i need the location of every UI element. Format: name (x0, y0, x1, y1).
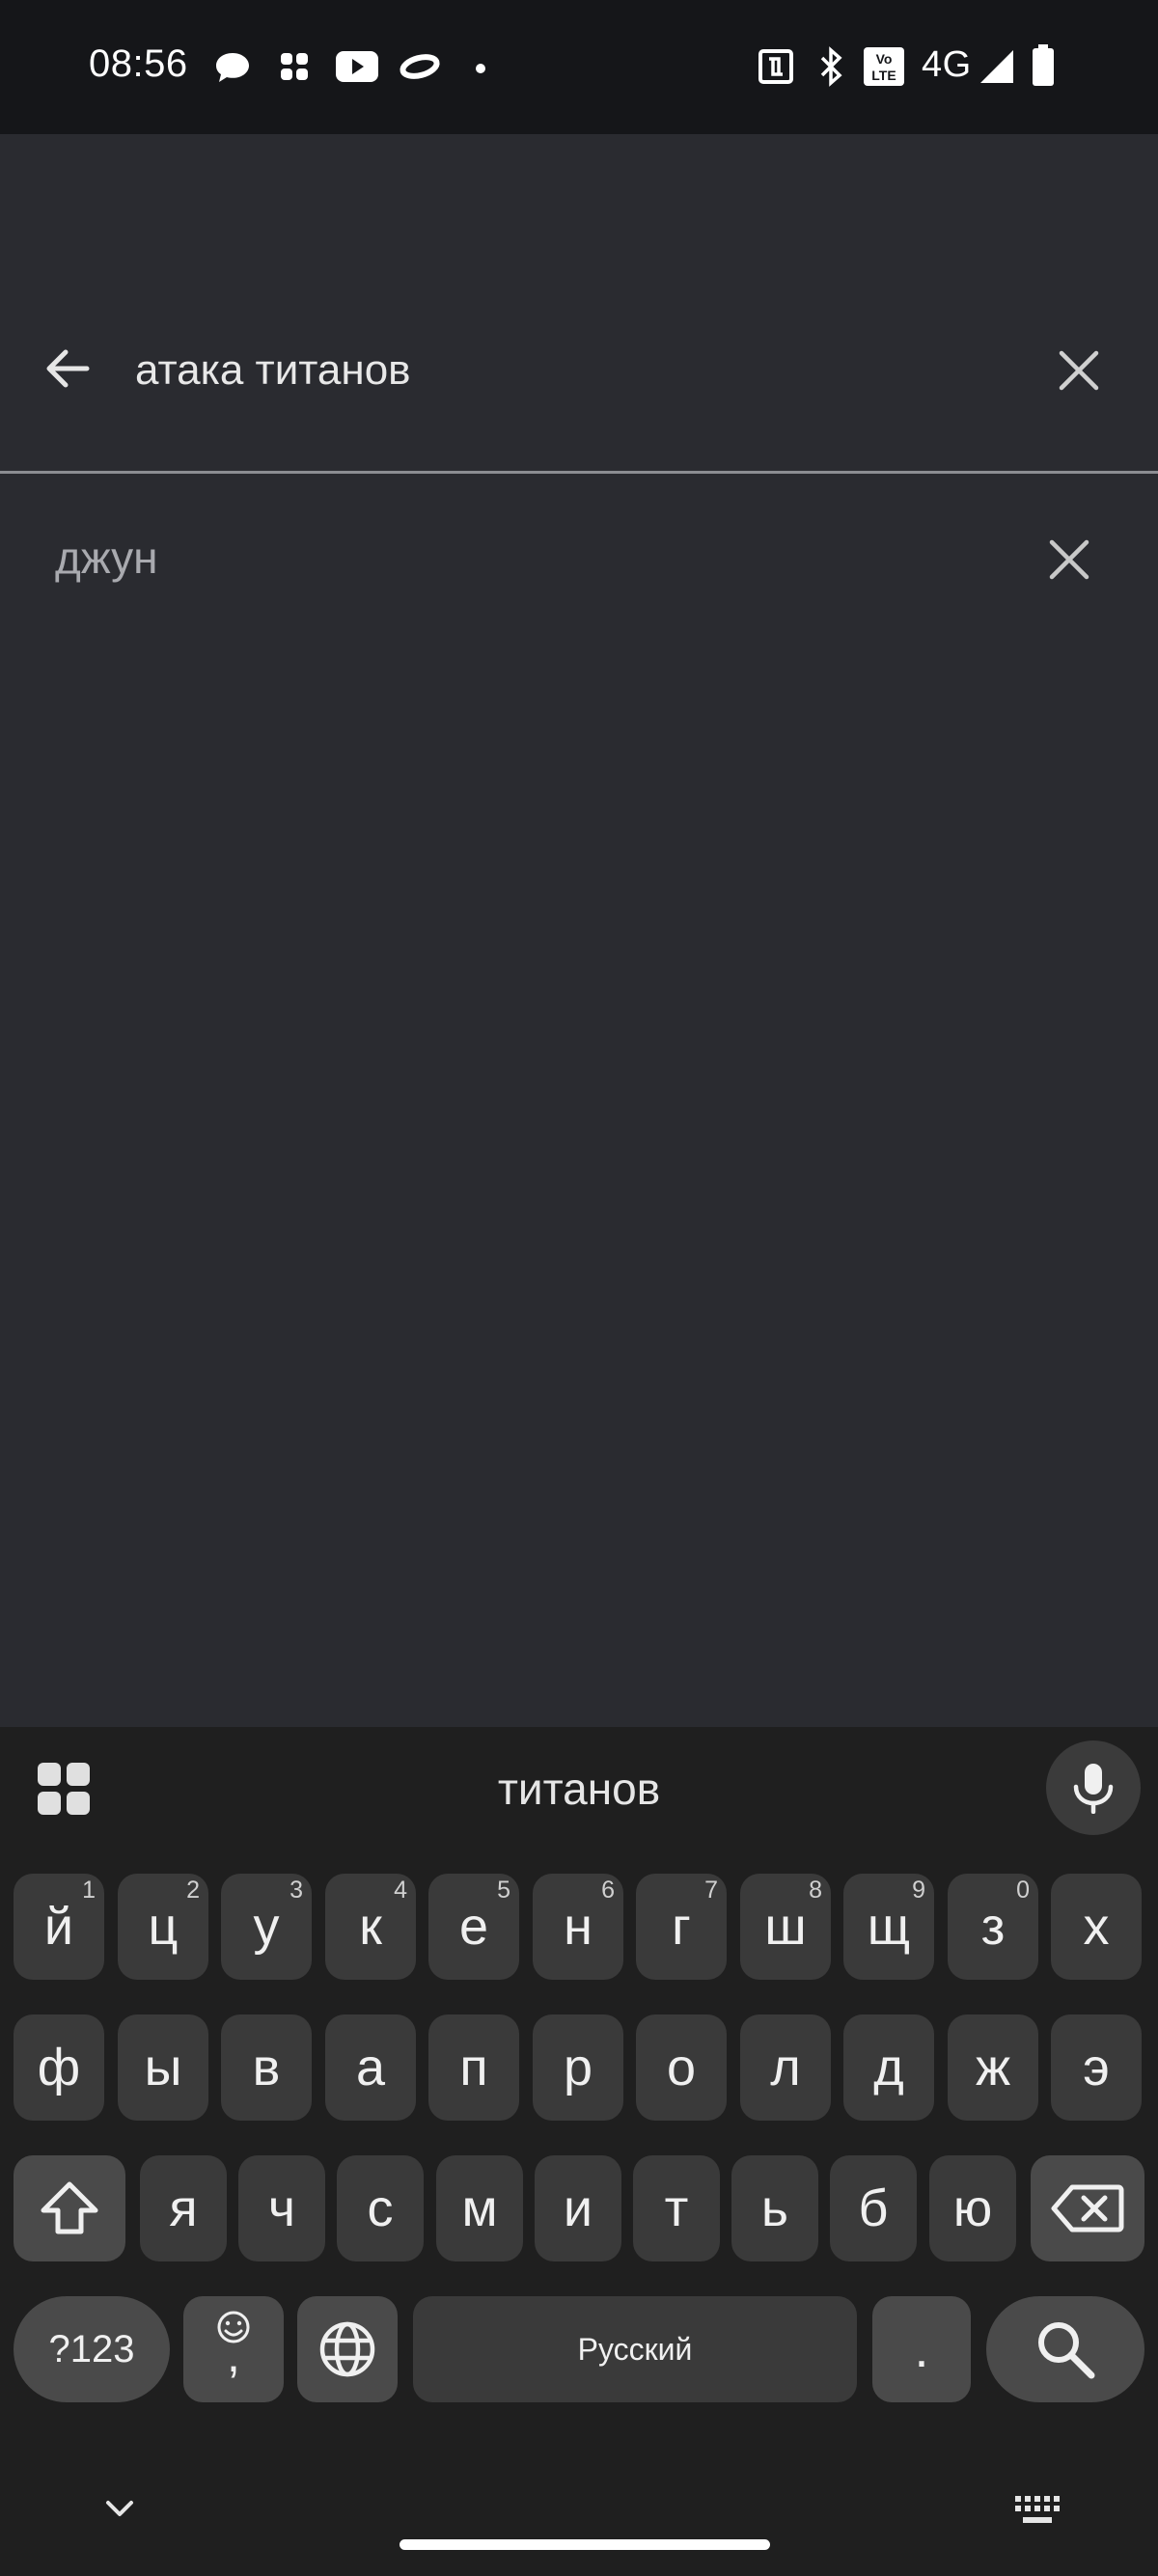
battery-icon (1032, 44, 1055, 92)
key[interactable]: ю (929, 2155, 1016, 2261)
key[interactable]: ц2 (118, 1874, 208, 1980)
key-hint: 2 (186, 1877, 200, 1904)
key[interactable]: е5 (428, 1874, 519, 1980)
key-hint: 1 (82, 1877, 96, 1904)
svg-text:Vo: Vo (876, 51, 893, 67)
key[interactable]: д (843, 2014, 934, 2121)
backspace-icon (1051, 2184, 1124, 2233)
key[interactable]: г7 (636, 1874, 727, 1980)
key[interactable]: т (633, 2155, 720, 2261)
key[interactable]: о (636, 2014, 727, 2121)
key[interactable]: ш8 (740, 1874, 831, 1980)
key[interactable]: й1 (14, 1874, 104, 1980)
dot-icon (475, 62, 486, 79)
hide-keyboard-button[interactable] (100, 2489, 139, 2528)
key[interactable]: щ9 (843, 1874, 934, 1980)
key[interactable]: ч (238, 2155, 325, 2261)
key[interactable]: п (428, 2014, 519, 2121)
switch-keyboard-button[interactable] (1013, 2494, 1062, 2527)
key[interactable]: н6 (533, 1874, 623, 1980)
key[interactable]: э (1051, 2014, 1142, 2121)
key[interactable]: л (740, 2014, 831, 2121)
key[interactable]: б (830, 2155, 917, 2261)
key-label: х (1083, 1898, 1110, 1956)
youtube-icon (335, 50, 379, 88)
key[interactable]: и (535, 2155, 621, 2261)
key[interactable]: я (140, 2155, 227, 2261)
close-icon (1059, 350, 1099, 391)
key[interactable]: в (221, 2014, 312, 2121)
bluetooth-icon (818, 46, 845, 92)
backspace-key[interactable] (1031, 2155, 1144, 2261)
key[interactable]: ы (118, 2014, 208, 2121)
history-item-text: джун (55, 533, 158, 583)
microphone-icon (1073, 1764, 1114, 1814)
key-hint: 7 (704, 1877, 718, 1904)
key[interactable]: с (337, 2155, 424, 2261)
key-hint: 0 (1016, 1877, 1030, 1904)
search-bar (0, 134, 1158, 472)
back-button[interactable] (39, 340, 96, 397)
grid-icon (38, 1763, 90, 1815)
halo-icon (399, 52, 441, 86)
key[interactable]: м (436, 2155, 523, 2261)
key-hint: 3 (290, 1877, 303, 1904)
keyboard-icon (1015, 2496, 1060, 2523)
key[interactable]: ж (948, 2014, 1038, 2121)
keyboard (0, 1727, 1158, 2576)
key[interactable]: а (325, 2014, 416, 2121)
volte-icon: Vo LTE (863, 46, 905, 92)
status-time: 08:56 (89, 42, 188, 85)
keyboard-suggestion[interactable]: титанов (386, 1760, 772, 1818)
close-icon (1049, 539, 1089, 580)
key[interactable]: ь (731, 2155, 818, 2261)
chevron-down-icon (106, 2501, 133, 2516)
key[interactable]: к4 (325, 1874, 416, 1980)
symbols-key[interactable]: ?123 (14, 2296, 170, 2402)
search-action-key[interactable] (986, 2296, 1144, 2402)
space-key[interactable]: Русский (413, 2296, 857, 2402)
globe-icon (319, 2321, 375, 2377)
key-hint: 9 (912, 1877, 925, 1904)
key[interactable]: р (533, 2014, 623, 2121)
emoji-comma-key[interactable]: , (183, 2296, 284, 2402)
nfc-icon (758, 48, 794, 90)
key[interactable]: з0 (948, 1874, 1038, 1980)
clear-search-button[interactable] (1052, 343, 1106, 397)
history-remove-button[interactable] (1042, 533, 1096, 587)
voice-input-button[interactable] (1046, 1740, 1141, 1835)
key-hint: 4 (394, 1877, 407, 1904)
search-input[interactable] (135, 343, 1004, 397)
history-item[interactable]: джун (0, 502, 1158, 617)
svg-text:LTE: LTE (871, 68, 896, 83)
search-divider (0, 471, 1158, 474)
language-key[interactable] (297, 2296, 398, 2402)
key[interactable]: х (1051, 1874, 1142, 1980)
status-bar: 08:56 Vo LTE 4G (0, 0, 1158, 134)
chat-icon (214, 50, 251, 90)
signal-icon (979, 48, 1015, 90)
screen: 08:56 Vo LTE 4G атака титанов джун титан… (0, 0, 1158, 2576)
key-hint: 5 (497, 1877, 510, 1904)
key-hint: 6 (601, 1877, 615, 1904)
keyboard-apps-button[interactable] (35, 1760, 93, 1818)
key[interactable]: ф (14, 2014, 104, 2121)
key[interactable]: у3 (221, 1874, 312, 1980)
arrow-back-icon (46, 349, 90, 388)
comma-label: , (227, 2328, 240, 2382)
key-hint: 8 (809, 1877, 822, 1904)
shift-icon (41, 2181, 98, 2234)
period-key[interactable]: . (872, 2296, 971, 2402)
search-icon (1038, 2322, 1095, 2379)
slack-icon (278, 50, 311, 88)
home-indicator[interactable] (400, 2539, 770, 2550)
network-label: 4G (922, 44, 972, 85)
shift-key[interactable] (14, 2155, 125, 2261)
